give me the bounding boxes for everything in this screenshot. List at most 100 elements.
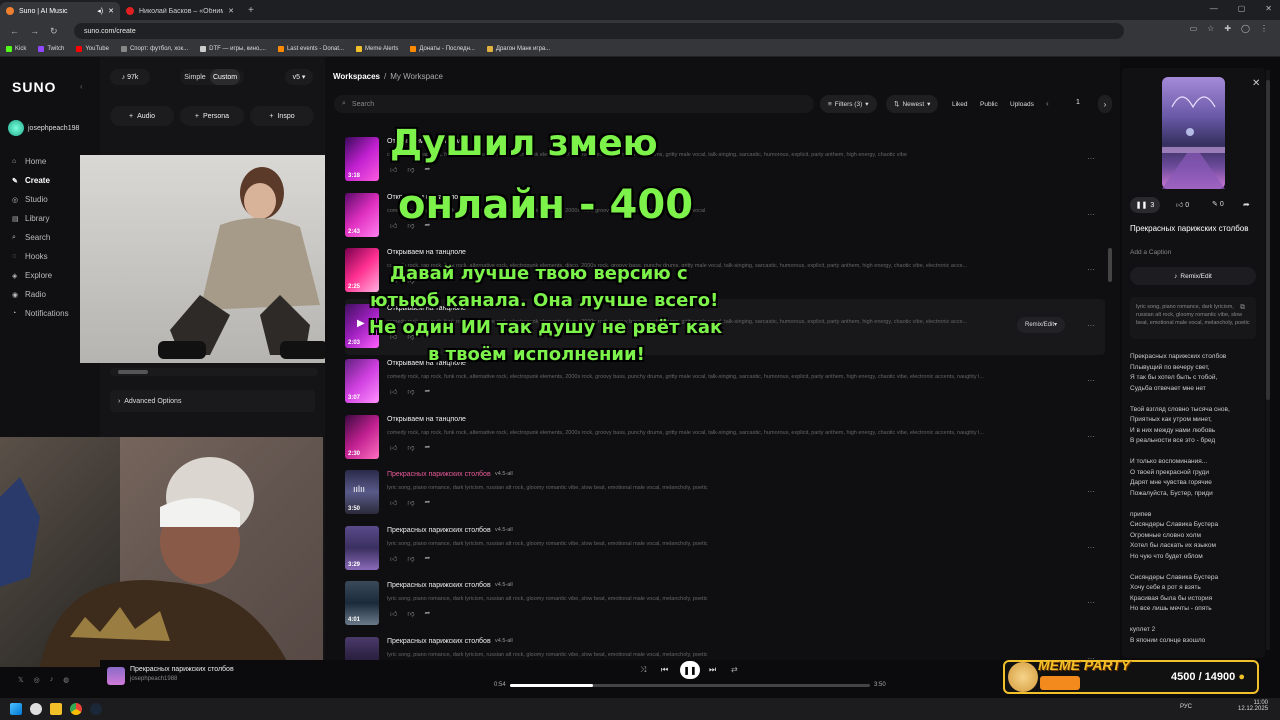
- next-track-icon[interactable]: ⏭︎: [709, 665, 716, 675]
- version-select[interactable]: v5 ▾: [285, 69, 313, 85]
- inspo-button[interactable]: + Inspo: [250, 106, 314, 126]
- bookmark-item[interactable]: Kick: [6, 46, 26, 52]
- page-scrollbar[interactable]: [1266, 70, 1270, 650]
- windows-start-icon[interactable]: [10, 703, 22, 715]
- player-artist[interactable]: josephpeach1988: [130, 676, 177, 682]
- sidebar-item-library[interactable]: ▤ Library: [12, 209, 69, 228]
- bookmark-item[interactable]: Донаты - Последн...: [410, 46, 475, 52]
- shuffle-icon[interactable]: ⤨: [640, 665, 646, 675]
- share-icon[interactable]: ➦: [424, 498, 430, 507]
- advanced-options-toggle[interactable]: › Advanced Options: [110, 390, 315, 412]
- bookmark-item[interactable]: Спорт: футбол, хок...: [120, 46, 188, 52]
- repeat-icon[interactable]: ⇄: [731, 665, 738, 674]
- thumbs-up-icon[interactable]: 👍︎: [390, 609, 397, 618]
- scrollbar-thumb[interactable]: [1266, 80, 1270, 400]
- song-row[interactable]: 3:50 ıılıı Прекрасных парижских столбов v4.…: [345, 465, 1105, 521]
- thumbs-up-icon[interactable]: 👍︎: [390, 165, 397, 174]
- thumbs-down-icon[interactable]: 👎︎: [407, 498, 414, 507]
- song-title[interactable]: Открываем на танцполе: [387, 249, 466, 256]
- profile-icon[interactable]: ◯: [1241, 24, 1250, 33]
- song-thumbnail[interactable]: 3:50 ıılıı: [345, 470, 379, 514]
- bookmark-item[interactable]: YouTube: [76, 46, 109, 52]
- song-thumbnail[interactable]: 3:29: [345, 525, 379, 570]
- more-options-icon[interactable]: ⋯: [1087, 376, 1095, 385]
- copy-icon[interactable]: ⧉: [1240, 304, 1245, 312]
- sort-button[interactable]: ⇅ Newest ▾: [886, 95, 939, 113]
- cast-icon[interactable]: ▭: [1190, 24, 1198, 33]
- simple-mode-button[interactable]: Simple: [180, 69, 210, 85]
- scrollbar-thumb[interactable]: [118, 370, 148, 374]
- sidebar-item-studio[interactable]: ◎ Studio: [12, 190, 69, 209]
- language-indicator[interactable]: РУС: [1180, 704, 1192, 710]
- thumbs-up-icon[interactable]: 👍︎: [390, 498, 397, 507]
- share-icon[interactable]: ➦: [424, 554, 430, 563]
- search-input[interactable]: ⌕ Search: [334, 95, 814, 113]
- public-filter[interactable]: Public: [976, 95, 1002, 113]
- bookmark-item[interactable]: Meme Alerts: [356, 46, 398, 52]
- remix-edit-button[interactable]: ♪ Remix/Edit: [1130, 267, 1256, 285]
- clock[interactable]: 11:00 12.12.2025: [1238, 700, 1268, 712]
- close-window-icon[interactable]: ✕: [1265, 4, 1272, 13]
- add-caption[interactable]: Add a Caption: [1130, 249, 1171, 256]
- bookmark-item[interactable]: DTF — игры, кино,...: [200, 46, 266, 52]
- song-thumbnail[interactable]: 3:18: [345, 137, 379, 181]
- menu-icon[interactable]: ⋮: [1260, 24, 1268, 33]
- list-scrollbar[interactable]: [1108, 123, 1112, 653]
- more-options-icon[interactable]: ⋯: [1087, 432, 1095, 441]
- thumbs-up-icon[interactable]: 👍︎: [390, 554, 397, 563]
- custom-mode-button[interactable]: Custom: [210, 69, 240, 85]
- sidebar-item-hooks[interactable]: ◌ Hooks: [12, 247, 69, 266]
- more-options-icon[interactable]: ⋯: [1087, 598, 1095, 607]
- sidebar-item-radio[interactable]: ◉ Radio: [12, 285, 69, 304]
- sidebar-item-home[interactable]: ⌂ Home: [12, 152, 69, 171]
- bookmark-item[interactable]: Twitch: [38, 46, 64, 52]
- audio-button[interactable]: + Audio: [110, 106, 174, 126]
- song-thumbnail[interactable]: 2:30: [345, 414, 379, 459]
- song-thumbnail[interactable]: 4:01: [345, 581, 379, 625]
- chrome-icon[interactable]: [70, 703, 82, 715]
- suno-logo[interactable]: SUNO: [12, 79, 56, 95]
- close-tab-icon[interactable]: ✕: [108, 7, 114, 15]
- progress-slider[interactable]: [510, 684, 870, 687]
- close-tab-icon[interactable]: ✕: [228, 7, 234, 15]
- thumbs-down-icon[interactable]: 👎︎: [407, 443, 414, 452]
- player-title[interactable]: Прекрасных парижских столбов: [130, 666, 234, 673]
- bookmark-item[interactable]: Last events - Donat...: [277, 46, 344, 52]
- file-explorer-icon[interactable]: [50, 703, 62, 715]
- filters-button[interactable]: ≡ Filters (3) ▾: [820, 95, 877, 113]
- song-thumbnail[interactable]: 2:25: [345, 248, 379, 292]
- play-icon[interactable]: ▶: [357, 318, 365, 329]
- comments-button[interactable]: ✎ 0: [1212, 200, 1224, 208]
- more-options-icon[interactable]: ⋯: [1087, 265, 1095, 274]
- song-title[interactable]: Открываем на танцполе: [387, 416, 466, 423]
- thumbs-down-icon[interactable]: 👎︎: [407, 165, 414, 174]
- like-button[interactable]: 👍︎ 0: [1176, 200, 1189, 209]
- more-options-icon[interactable]: ⋯: [1087, 210, 1095, 219]
- song-title[interactable]: Прекрасных парижских столбов: [387, 527, 491, 534]
- sidebar-item-explore[interactable]: ◈ Explore: [12, 266, 69, 285]
- sidebar-item-search[interactable]: ⌕ Search: [12, 228, 69, 247]
- song-row[interactable]: 2:30 Открываем на танцполе comedy rock, ra…: [345, 410, 1105, 466]
- thumbs-up-icon[interactable]: 👍︎: [390, 443, 397, 452]
- persona-button[interactable]: + Persona: [180, 106, 244, 126]
- star-icon[interactable]: ☆: [1207, 24, 1214, 33]
- tab-youtube[interactable]: Николай Басков – «Обниму» ✕: [120, 2, 240, 20]
- share-icon[interactable]: ➦: [424, 609, 430, 618]
- song-thumbnail[interactable]: 2:43: [345, 192, 379, 237]
- thumbs-down-icon[interactable]: 👎︎: [407, 387, 414, 396]
- song-title[interactable]: Прекрасных парижских столбов: [387, 582, 491, 589]
- reload-icon[interactable]: ↻: [50, 26, 60, 37]
- yandex-browser-icon[interactable]: [30, 703, 42, 715]
- more-options-icon[interactable]: ⋯: [1087, 487, 1095, 496]
- maximize-icon[interactable]: ▢: [1238, 4, 1246, 13]
- liked-filter[interactable]: Liked: [948, 95, 972, 113]
- x-icon[interactable]: 𝕏: [18, 676, 24, 684]
- more-options-icon[interactable]: ⋯: [1087, 321, 1095, 330]
- more-options-icon[interactable]: ⋯: [1087, 543, 1095, 552]
- forward-icon[interactable]: →: [30, 26, 40, 36]
- song-title[interactable]: Прекрасных парижских столбов: [387, 471, 491, 478]
- song-row[interactable]: 3:29 Прекрасных парижских столбов v4.5-all…: [345, 521, 1105, 577]
- bookmark-item[interactable]: Драгон Манк игра...: [486, 46, 550, 52]
- thumbs-down-icon[interactable]: 👎︎: [407, 609, 414, 618]
- discord-icon[interactable]: ◍: [63, 676, 69, 684]
